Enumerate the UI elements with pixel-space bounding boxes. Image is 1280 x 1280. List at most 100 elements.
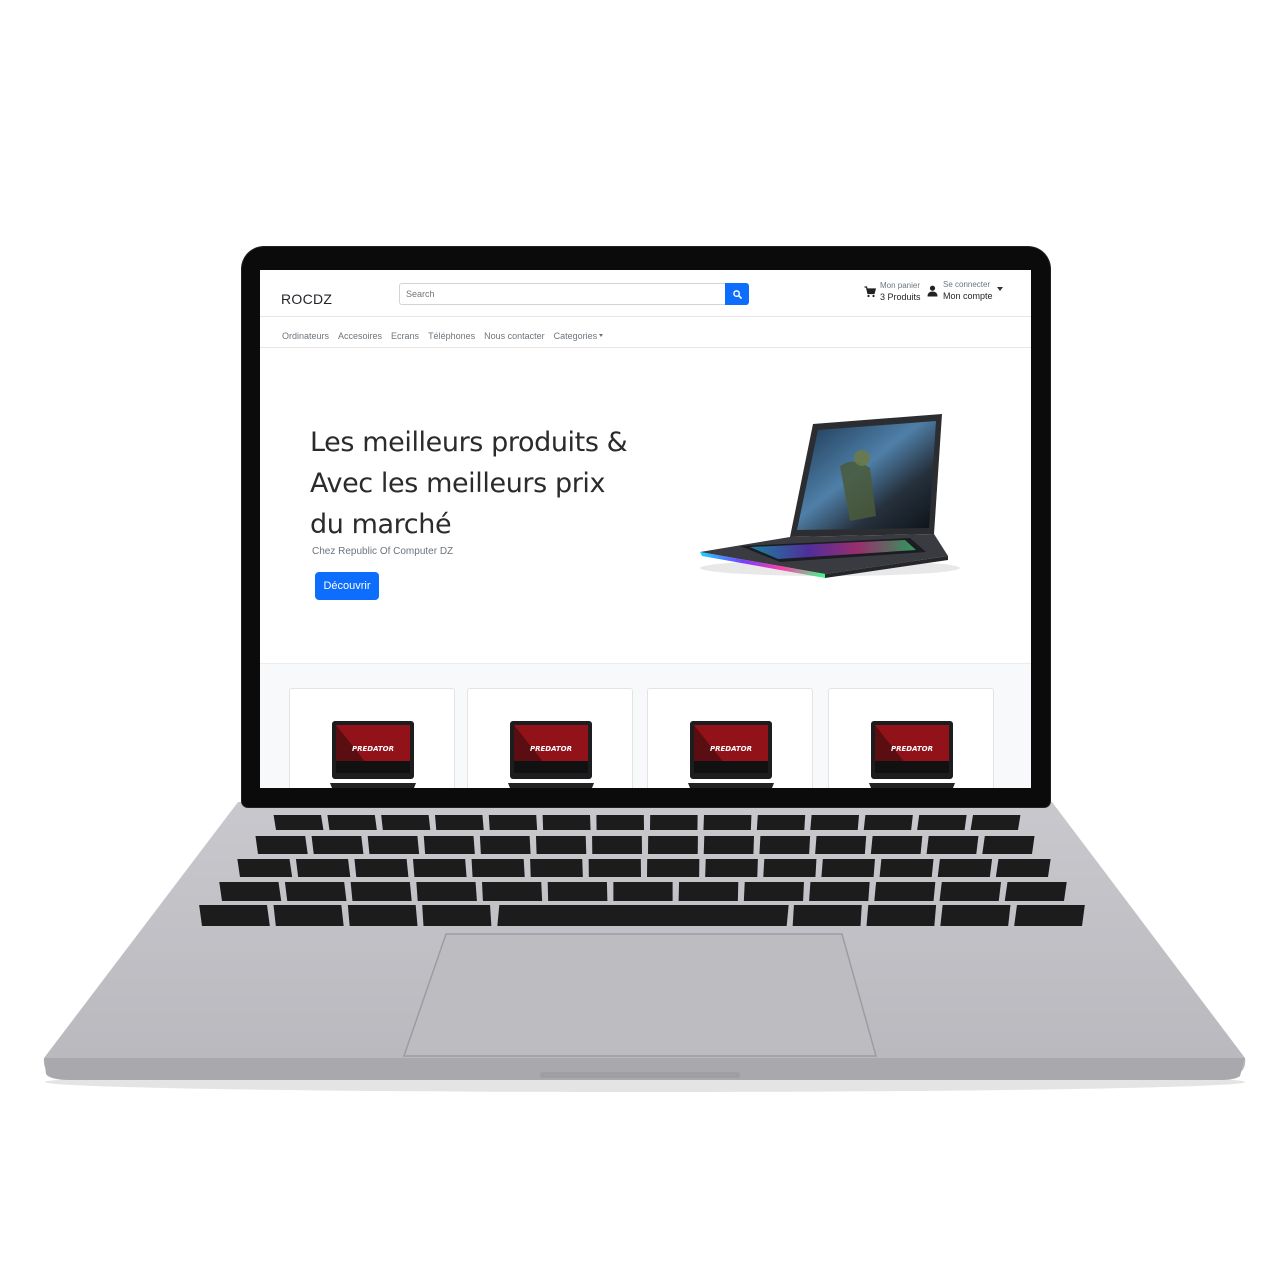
brand-logo[interactable]: ROCDZ xyxy=(281,291,332,307)
hero-title: Les meilleurs produits & Avec les meille… xyxy=(310,422,650,545)
categories-label: Categories xyxy=(553,331,598,341)
keyboard-key xyxy=(596,815,644,830)
nav-item-ordinateurs[interactable]: Ordinateurs xyxy=(282,331,329,341)
keyboard-key xyxy=(866,905,937,926)
keyboard-key xyxy=(255,836,308,854)
nav-item-telephones[interactable]: Téléphones xyxy=(428,331,475,341)
keyboard-key xyxy=(870,836,923,854)
product-card[interactable]: PREDATOR xyxy=(467,688,633,788)
nav-item-ecrans[interactable]: Ecrans xyxy=(391,331,419,341)
keyboard-key xyxy=(939,882,1002,901)
product-brand-label: PREDATOR xyxy=(352,745,394,753)
keyboard-key xyxy=(347,905,418,926)
keyboard-key xyxy=(481,882,543,901)
keyboard-key xyxy=(1004,882,1067,901)
keyboard-key xyxy=(327,815,377,830)
keyboard-key xyxy=(535,836,587,854)
website-screen: ROCDZ Mon panier 3 Produits xyxy=(260,270,1031,788)
search-button[interactable] xyxy=(725,283,749,305)
search-icon xyxy=(732,289,742,299)
hero-title-line: Avec les meilleurs prix xyxy=(310,468,606,499)
account-dropdown[interactable]: Se connecter Mon compte xyxy=(927,280,1007,306)
keyboard-key xyxy=(367,836,420,854)
keyboard-key xyxy=(434,815,484,830)
keyboard-key xyxy=(199,905,270,926)
keyboard-key xyxy=(471,859,525,877)
hero-subtitle: Chez Republic Of Computer DZ xyxy=(312,546,454,557)
keyboard-key xyxy=(705,859,758,877)
keyboard-key xyxy=(311,836,364,854)
keyboard-key xyxy=(874,882,936,901)
hero-title-line: Les meilleurs produits & xyxy=(310,427,628,458)
keyboard-key xyxy=(926,836,979,854)
product-image: PREDATOR xyxy=(688,721,774,788)
keyboard-key xyxy=(970,815,1021,830)
keyboard-key xyxy=(703,815,752,830)
search-input[interactable] xyxy=(399,283,725,305)
keyboard-key xyxy=(792,905,862,926)
hero-laptop-image xyxy=(700,414,960,578)
keyboard-key xyxy=(423,836,475,854)
keyboard-key xyxy=(756,815,806,830)
product-card[interactable]: PREDATOR xyxy=(289,688,455,788)
keyboard-key xyxy=(647,859,700,877)
keyboard-key xyxy=(743,882,804,901)
keyboard-key xyxy=(416,882,477,901)
keyboard-key xyxy=(613,882,673,901)
cart-link[interactable]: Mon panier 3 Produits xyxy=(864,281,926,307)
hero-section: Les meilleurs produits & Avec les meille… xyxy=(260,348,1031,663)
product-image: PREDATOR xyxy=(869,721,955,788)
discover-button[interactable]: Découvrir xyxy=(315,572,379,600)
keyboard-key xyxy=(237,859,293,877)
keyboard-key xyxy=(542,815,591,830)
keyboard-key xyxy=(940,905,1011,926)
keyboard-key xyxy=(810,815,860,830)
keyboard-key xyxy=(219,882,282,901)
keyboard-key xyxy=(592,836,642,854)
keyboard-key xyxy=(917,815,967,830)
user-icon xyxy=(927,285,938,297)
keyboard-key xyxy=(413,859,467,877)
keyboard-key xyxy=(479,836,531,854)
product-brand-label: PREDATOR xyxy=(710,745,752,753)
keyboard-key xyxy=(547,882,608,901)
keyboard-key xyxy=(821,859,875,877)
keyboard-key xyxy=(284,882,347,901)
keyboard-key xyxy=(422,905,492,926)
product-card[interactable]: PREDATOR xyxy=(647,688,813,788)
caret-down-icon xyxy=(599,334,604,337)
keyboard-key xyxy=(650,815,698,830)
top-navbar: ROCDZ Mon panier 3 Produits xyxy=(260,270,1031,317)
keyboard-key xyxy=(350,882,412,901)
cart-label: Mon panier xyxy=(880,281,921,290)
keyboard-key xyxy=(354,859,409,877)
keyboard-key xyxy=(273,905,344,926)
product-image: PREDATOR xyxy=(330,721,416,788)
keyboard-key xyxy=(982,836,1035,854)
nav-item-contact[interactable]: Nous contacter xyxy=(484,331,545,341)
nav-dropdown-categories[interactable]: Categories xyxy=(554,331,604,341)
keyboard-key xyxy=(381,815,431,830)
login-label: Se connecter xyxy=(943,280,991,289)
cart-icon xyxy=(864,286,876,298)
product-image: PREDATOR xyxy=(508,721,594,788)
search-bar xyxy=(399,283,749,305)
nav-item-accesoires[interactable]: Accesoires xyxy=(338,331,382,341)
keyboard-key xyxy=(763,859,817,877)
product-brand-label: PREDATOR xyxy=(891,745,933,753)
keyboard-key xyxy=(809,882,870,901)
keyboard-key xyxy=(678,882,739,901)
keyboard-key xyxy=(295,859,351,877)
keyboard-key xyxy=(488,815,538,830)
account-title: Mon compte xyxy=(943,291,993,301)
keyboard-key xyxy=(879,859,934,877)
product-brand-label: PREDATOR xyxy=(530,745,572,753)
chevron-down-icon xyxy=(997,287,1003,291)
keyboard-key xyxy=(937,859,993,877)
keyboard-key xyxy=(703,836,755,854)
keyboard-key xyxy=(588,859,641,877)
spacebar-key xyxy=(497,905,789,926)
keyboard-key xyxy=(995,859,1051,877)
keyboard-key xyxy=(273,815,324,830)
product-card[interactable]: PREDATOR xyxy=(828,688,994,788)
